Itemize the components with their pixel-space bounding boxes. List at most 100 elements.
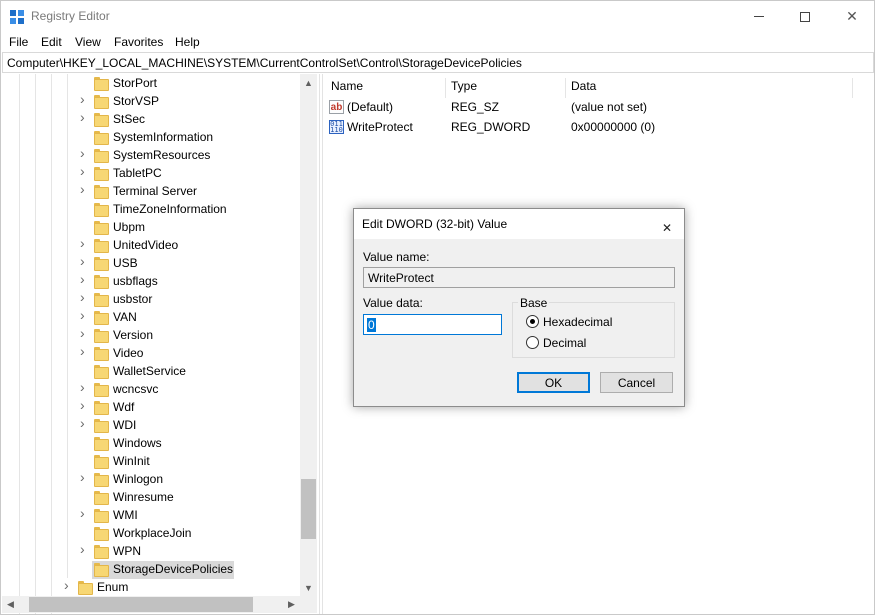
tree-item[interactable]: › SystemResources [2, 146, 300, 165]
tree-item-selected[interactable]: StorageDevicePolicies [2, 561, 300, 579]
tree-item[interactable]: › usbstor [2, 290, 300, 309]
tree-item[interactable]: › UnitedVideo [2, 236, 300, 255]
value-data-input[interactable]: 0 [363, 314, 502, 335]
tree-item-label: SystemResources [113, 148, 211, 162]
scroll-right-arrow-icon[interactable]: ▶ [283, 596, 300, 613]
chevron-right-icon[interactable]: › [80, 506, 90, 520]
address-bar[interactable]: Computer\HKEY_LOCAL_MACHINE\SYSTEM\Curre… [2, 52, 874, 73]
folder-icon [94, 184, 109, 200]
menu-view[interactable]: View [75, 35, 101, 49]
close-icon: ✕ [846, 8, 858, 24]
tree-item[interactable]: Windows [2, 435, 300, 453]
decimal-label[interactable]: Decimal [543, 336, 586, 350]
ok-button[interactable]: OK [517, 372, 590, 393]
tree-item-label: WorkplaceJoin [113, 526, 192, 540]
chevron-right-icon[interactable]: › [80, 146, 90, 160]
column-header-type[interactable]: Type [451, 79, 477, 93]
tree-item[interactable]: › WPN [2, 542, 300, 561]
column-divider[interactable] [445, 78, 446, 98]
folder-icon [94, 472, 109, 488]
hexadecimal-label[interactable]: Hexadecimal [543, 315, 612, 329]
chevron-right-icon[interactable]: › [64, 578, 74, 592]
minimize-button[interactable] [736, 1, 782, 32]
tree-item[interactable]: › wcncsvc [2, 380, 300, 399]
chevron-right-icon[interactable]: › [80, 380, 90, 394]
column-header-name[interactable]: Name [331, 79, 363, 93]
tree-item[interactable]: Winresume [2, 489, 300, 507]
cancel-button[interactable]: Cancel [600, 372, 673, 393]
menu-help[interactable]: Help [175, 35, 200, 49]
column-header-data[interactable]: Data [571, 79, 596, 93]
chevron-right-icon[interactable]: › [80, 290, 90, 304]
value-row[interactable]: ab (Default) REG_SZ (value not set) [324, 98, 864, 117]
chevron-right-icon[interactable]: › [80, 236, 90, 250]
chevron-right-icon[interactable]: › [80, 182, 90, 196]
radio-selected-dot [530, 319, 535, 324]
tree-item[interactable]: › USB [2, 254, 300, 273]
chevron-right-icon[interactable]: › [80, 164, 90, 178]
menu-edit[interactable]: Edit [41, 35, 62, 49]
scroll-left-arrow-icon[interactable]: ◀ [2, 596, 19, 613]
scroll-down-arrow-icon[interactable]: ▼ [300, 579, 317, 596]
key-tree: StorPort › StorVSP › StSec SystemInformation ›… [2, 74, 318, 614]
close-button[interactable]: ✕ [829, 1, 875, 32]
dialog-close-button[interactable]: ✕ [654, 213, 678, 235]
tree-item-label: StorageDevicePolicies [113, 562, 234, 576]
tree-item[interactable]: › StSec [2, 110, 300, 129]
scroll-up-arrow-icon[interactable]: ▲ [300, 74, 317, 91]
tree-item[interactable]: › TabletPC [2, 164, 300, 183]
folder-icon [94, 418, 109, 434]
menu-favorites[interactable]: Favorites [114, 35, 163, 49]
menu-file[interactable]: File [9, 35, 28, 49]
tree-item[interactable]: › Wdf [2, 398, 300, 417]
column-divider[interactable] [852, 78, 853, 98]
maximize-button[interactable] [782, 1, 828, 32]
tree-item[interactable]: Ubpm [2, 219, 300, 237]
chevron-right-icon[interactable]: › [80, 416, 90, 430]
tree-item[interactable]: WalletService [2, 363, 300, 381]
tree-item[interactable]: › WMI [2, 506, 300, 525]
column-divider[interactable] [565, 78, 566, 98]
chevron-right-icon[interactable]: › [80, 542, 90, 556]
value-type: REG_SZ [451, 100, 500, 114]
tree-item[interactable]: › Version [2, 326, 300, 345]
tree-item[interactable]: StorPort [2, 75, 300, 93]
tree-item-label: StSec [113, 112, 146, 126]
folder-icon [94, 238, 109, 254]
registry-editor-app-icon [10, 10, 25, 25]
chevron-right-icon[interactable]: › [80, 308, 90, 322]
chevron-right-icon[interactable]: › [80, 254, 90, 268]
chevron-right-icon[interactable]: › [80, 470, 90, 484]
tree-item[interactable]: TimeZoneInformation [2, 201, 300, 219]
chevron-right-icon[interactable]: › [80, 344, 90, 358]
chevron-right-icon[interactable]: › [80, 326, 90, 340]
tree-horizontal-scrollbar[interactable]: ◀ ▶ [2, 596, 300, 613]
tree-item[interactable]: WorkplaceJoin [2, 525, 300, 543]
tree-horizontal-scroll-thumb[interactable] [29, 597, 253, 612]
tree-item[interactable]: › VAN [2, 308, 300, 327]
tree-vertical-scroll-thumb[interactable] [301, 479, 316, 539]
folder-icon [94, 400, 109, 416]
tree-item[interactable]: WinInit [2, 453, 300, 471]
folder-icon [94, 112, 109, 128]
address-path: Computer\HKEY_LOCAL_MACHINE\SYSTEM\Curre… [7, 56, 522, 70]
tree-item[interactable]: SystemInformation [2, 129, 300, 147]
tree-item[interactable]: › Video [2, 344, 300, 363]
tree-item[interactable]: › Winlogon [2, 470, 300, 489]
tree-vertical-scrollbar[interactable]: ▲ ▼ [300, 74, 317, 596]
chevron-right-icon[interactable]: › [80, 272, 90, 286]
tree-item[interactable]: › usbflags [2, 272, 300, 291]
pane-splitter[interactable] [319, 74, 323, 614]
tree-item[interactable]: › Terminal Server [2, 182, 300, 201]
hexadecimal-radio[interactable] [526, 315, 539, 328]
chevron-right-icon[interactable]: › [80, 92, 90, 106]
chevron-right-icon[interactable]: › [80, 398, 90, 412]
tree-item[interactable]: › StorVSP [2, 92, 300, 111]
value-row[interactable]: 011 110 WriteProtect REG_DWORD 0x0000000… [324, 118, 864, 137]
chevron-right-icon[interactable]: › [80, 110, 90, 124]
value-data: 0x00000000 (0) [571, 120, 656, 134]
decimal-radio[interactable] [526, 336, 539, 349]
tree-item[interactable]: › Enum [2, 578, 300, 597]
maximize-icon [800, 11, 810, 22]
tree-item[interactable]: › WDI [2, 416, 300, 435]
